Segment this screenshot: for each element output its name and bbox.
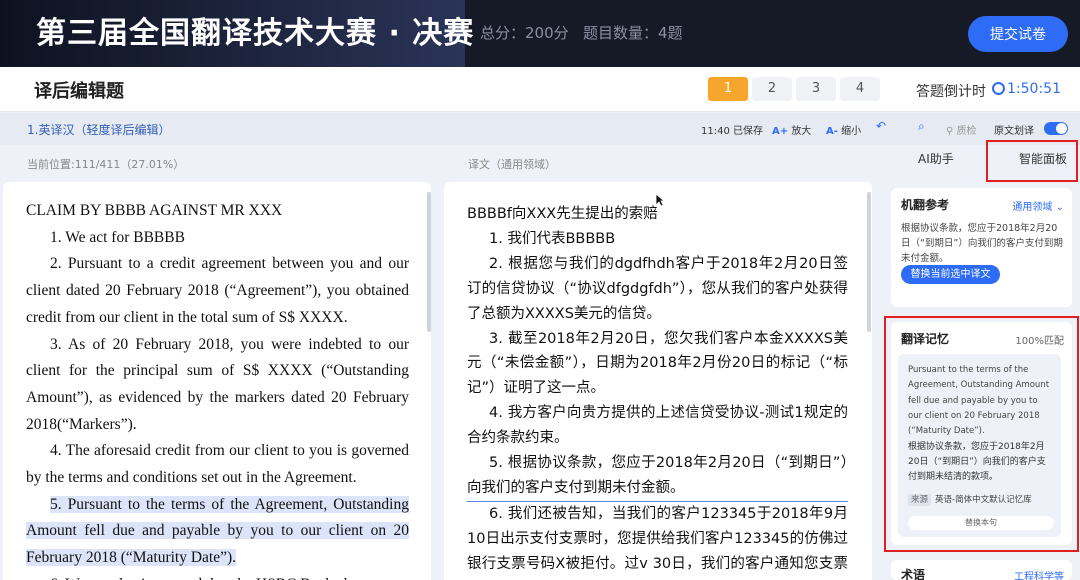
zoom-out-button[interactable]: A- 缩小 bbox=[826, 122, 861, 137]
submit-exam-button[interactable]: 提交试卷 bbox=[968, 16, 1068, 52]
section-title: 译后编辑题 bbox=[34, 81, 124, 102]
target-paragraph[interactable]: 3. 截至2018年2月20日，您欠我们客户本金XXXXS美元（“未偿金额”），… bbox=[467, 327, 848, 402]
target-paragraph[interactable]: 2. 根据您与我们的dgdfhdh客户于2018年2月20日签订的信贷协议（“协… bbox=[467, 252, 848, 327]
total-score: 总分：200分 bbox=[480, 24, 569, 42]
target-paragraph-active[interactable]: 5. 根据协议条款，您应于2018年2月20日（“到期日”）向我们的客户支付到期… bbox=[467, 451, 848, 502]
mt-domain-select[interactable]: 通用领域 ⌄ bbox=[1012, 198, 1064, 213]
chevron-down-icon: ⌄ bbox=[1055, 202, 1064, 213]
term-title: 术语 bbox=[901, 568, 926, 580]
question-count: 题目数量：4题 bbox=[583, 24, 683, 42]
question-pager: 1 2 3 4 bbox=[708, 77, 880, 101]
source-segment-toggle[interactable] bbox=[1044, 122, 1068, 135]
source-text-panel: CLAIM BY BBBB AGAINST MR XXX 1. We act f… bbox=[3, 182, 431, 580]
target-text-panel: BBBBf向XXX先生提出的索赔 1. 我们代表BBBBB 2. 根据您与我们的… bbox=[444, 182, 872, 580]
source-heading: CLAIM BY BBBB AGAINST MR XXX bbox=[26, 202, 283, 219]
annotation-box bbox=[884, 316, 1079, 552]
save-status: 11:40 已保存 bbox=[701, 126, 763, 137]
source-highlight: 5. Pursuant to the terms of the Agreemen… bbox=[26, 495, 409, 567]
term-card: 术语 工程科学等 bbox=[891, 560, 1072, 580]
page-button-2[interactable]: 2 bbox=[752, 77, 792, 101]
mt-domain-label: 通用领域 bbox=[1012, 202, 1053, 213]
term-domain-select[interactable]: 工程科学等 bbox=[1014, 568, 1064, 580]
mt-reference-card: 机翻参考 通用领域 ⌄ 根据协议条款，您应于2018年2月20日（“到期日”）向… bbox=[891, 188, 1072, 307]
source-paragraph[interactable]: 1. We act for BBBBB bbox=[26, 225, 409, 252]
countdown-timer: 1:50:51 bbox=[992, 81, 1061, 97]
apply-mt-button[interactable]: 替换当前选中译文 bbox=[901, 265, 1000, 284]
clock-icon bbox=[992, 82, 1005, 95]
zoom-in-icon: A+ bbox=[772, 126, 789, 137]
target-paragraph[interactable]: 4. 我方客户向贵方提供的上述信贷受协议-测试1规定的合约条款约束。 bbox=[467, 401, 848, 451]
zoom-in-button[interactable]: A+ 放大 bbox=[772, 122, 811, 137]
position-indicator: 当前位置:111/411（27.01%） bbox=[27, 158, 185, 171]
page-button-3[interactable]: 3 bbox=[796, 77, 836, 101]
source-paragraph[interactable]: 6. We are also instructed that the HSBC … bbox=[26, 572, 409, 580]
countdown-value: 1:50:51 bbox=[1007, 81, 1061, 97]
source-paragraph-selected[interactable]: 5. Pursuant to the terms of the Agreemen… bbox=[26, 492, 409, 572]
top-banner: 第三届全国翻译技术大赛 · 决赛 总分：200分 题目数量：4题 提交试卷 bbox=[0, 0, 1080, 67]
mt-title: 机翻参考 bbox=[901, 198, 950, 212]
source-paragraph[interactable]: 2. Pursuant to a credit agreement betwee… bbox=[26, 251, 409, 331]
source-paragraph[interactable]: 4. The aforesaid credit from our client … bbox=[26, 438, 409, 491]
search-icon[interactable]: ⌕ bbox=[918, 119, 925, 134]
mt-text: 根据协议条款，您应于2018年2月20日（“到期日”）向我们的客户支付到期未付金… bbox=[901, 223, 1063, 264]
zoom-out-label: 缩小 bbox=[841, 126, 862, 137]
source-scrollbar[interactable] bbox=[427, 192, 431, 332]
target-domain-label: 译文（通用领域） bbox=[468, 158, 556, 171]
cursor-icon bbox=[655, 193, 665, 207]
source-paragraph[interactable]: 3. As of 20 February 2018, you were inde… bbox=[26, 332, 409, 439]
zoom-in-label: 放大 bbox=[791, 126, 812, 137]
page-button-4[interactable]: 4 bbox=[840, 77, 880, 101]
undo-icon[interactable]: ↶ bbox=[876, 119, 886, 133]
tab-ai-assistant[interactable]: AI助手 bbox=[918, 150, 954, 167]
question-title: 1.英译汉（轻度译后编辑） bbox=[27, 123, 171, 137]
exam-title: 第三届全国翻译技术大赛 · 决赛 bbox=[0, 0, 473, 67]
section-header: 译后编辑题 1 2 3 4 答题倒计时 1:50:51 bbox=[0, 67, 1080, 112]
qa-button[interactable]: ⚲ 质检 bbox=[946, 122, 977, 137]
target-scrollbar[interactable] bbox=[867, 192, 871, 332]
target-paragraph[interactable]: 6. 我们还被告知，当我们的客户123345于2018年9月10日出示支付支票时… bbox=[467, 502, 848, 580]
countdown-label: 答题倒计时 bbox=[916, 84, 986, 100]
annotation-box bbox=[986, 140, 1078, 182]
source-segment-label: 原文划译 bbox=[994, 126, 1034, 137]
page-button-1[interactable]: 1 bbox=[708, 77, 748, 101]
target-paragraph[interactable]: 1. 我们代表BBBBB bbox=[467, 227, 848, 252]
editor-toolbar: 1.英译汉（轻度译后编辑） 11:40 已保存 A+ 放大 A- 缩小 ↶ ⌕ … bbox=[0, 113, 1080, 145]
qa-label: 质检 bbox=[956, 126, 977, 137]
zoom-out-icon: A- bbox=[826, 126, 838, 137]
